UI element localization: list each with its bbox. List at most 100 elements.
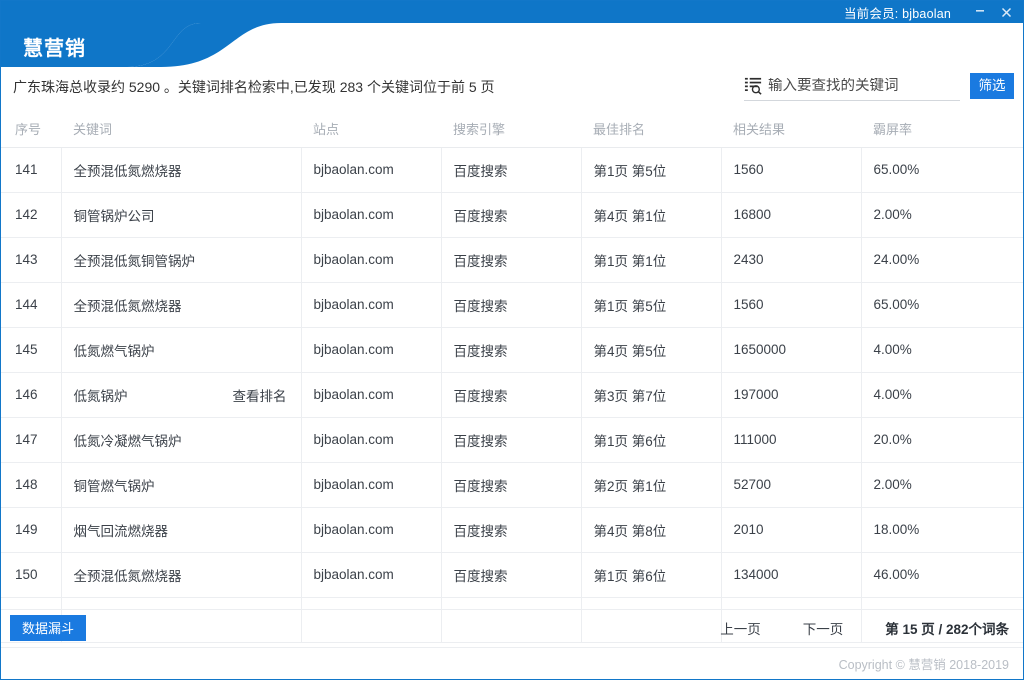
cell-engine: 百度搜索 [441, 552, 582, 598]
next-page-button[interactable]: 下一页 [803, 618, 844, 638]
cell-rate: 65.00% [861, 282, 1023, 328]
cell-index: 148 [1, 462, 62, 508]
cell-site: bjbaolan.com [301, 462, 442, 508]
cell-index: 143 [1, 237, 62, 283]
column-header-site: 站点 [301, 111, 441, 148]
cell-index: 141 [1, 147, 62, 193]
cell-index: 149 [1, 507, 62, 553]
cell-engine: 百度搜索 [441, 192, 582, 238]
cell-index: 146 [1, 372, 62, 418]
title-bar: 当前会员: bjbaolan [1, 1, 1023, 23]
cell-rank: 第3页 第7位 [581, 372, 722, 418]
cell-rank: 第4页 第8位 [581, 507, 722, 553]
cell-keyword: 铜管锅炉公司 [61, 192, 302, 238]
copyright-text: Copyright © 慧营销 2018-2019 [838, 658, 1009, 672]
current-member-label: 当前会员: bjbaolan [843, 6, 951, 21]
view-ranking-link[interactable]: 查看排名 [233, 385, 287, 405]
results-table-area: 序号 关键词 站点 搜索引擎 最佳排名 相关结果 霸屏率 141 全预混低氮燃烧器… [1, 111, 1023, 643]
table-row[interactable]: 150 全预混低氮燃烧器 bjbaolan.com 百度搜索 第1页 第6位 134000… [1, 552, 1023, 598]
keyword-label: 烟气回流燃烧器 [73, 523, 169, 539]
cell-rank: 第1页 第1位 [581, 237, 722, 283]
cell-index: 150 [1, 552, 62, 598]
minimize-button[interactable] [967, 1, 993, 23]
table-body: 141 全预混低氮燃烧器 bjbaolan.com 百度搜索 第1页 第5位 1560 65… [1, 147, 1023, 643]
cell-engine: 百度搜索 [441, 507, 582, 553]
table-row[interactable]: 141 全预混低氮燃烧器 bjbaolan.com 百度搜索 第1页 第5位 1560 65… [1, 147, 1023, 193]
cell-rate: 65.00% [861, 147, 1023, 193]
cell-rank: 第1页 第6位 [581, 417, 722, 463]
summary-text: 广东珠海总收录约 5290 。关键词排名检索中,已发现 283 个关键词位于前 … [13, 79, 495, 95]
cell-keyword: 低氮锅炉 查看排名 [61, 372, 302, 418]
cell-results: 1560 [721, 282, 862, 328]
keyword-ranking-table: 序号 关键词 站点 搜索引擎 最佳排名 相关结果 霸屏率 141 全预混低氮燃烧器… [1, 111, 1023, 643]
cell-engine: 百度搜索 [441, 147, 582, 193]
keyword-cell-content: 全预混低氮燃烧器 [74, 565, 301, 585]
cell-results: 111000 [721, 417, 862, 463]
cell-site: bjbaolan.com [301, 552, 442, 598]
cell-index: 142 [1, 192, 62, 238]
table-row[interactable]: 146 低氮锅炉 查看排名 bjbaolan.com 百度搜索 第3页 第7位 197000… [1, 372, 1023, 418]
cell-rate: 4.00% [861, 372, 1023, 418]
brand-header: 慧营销 [1, 23, 1023, 67]
cell-rate: 24.00% [861, 237, 1023, 283]
keyword-label: 低氮燃气锅炉 [73, 343, 155, 359]
column-header-rate: 霸屏率 [861, 111, 1023, 148]
cell-site: bjbaolan.com [301, 327, 442, 373]
search-input[interactable] [768, 77, 960, 94]
application-window: 当前会员: bjbaolan 慧营销 广东珠海总收录约 5290 。关键词排名检… [0, 0, 1024, 680]
cell-site: bjbaolan.com [301, 147, 442, 193]
table-row[interactable]: 145 低氮燃气锅炉 bjbaolan.com 百度搜索 第4页 第5位 1650000 4… [1, 327, 1023, 373]
prev-page-button[interactable]: 上一页 [720, 618, 761, 638]
cell-results: 1560 [721, 147, 862, 193]
cell-rate: 20.0% [861, 417, 1023, 463]
table-row[interactable]: 149 烟气回流燃烧器 bjbaolan.com 百度搜索 第4页 第8位 2010 18.… [1, 507, 1023, 553]
copyright-bar: Copyright © 慧营销 2018-2019 [1, 647, 1023, 679]
cell-engine: 百度搜索 [441, 282, 582, 328]
filter-button[interactable]: 筛选 [970, 73, 1014, 99]
cell-site: bjbaolan.com [301, 237, 442, 283]
page-info-label: 第 15 页 / 282个词条 [885, 621, 1009, 637]
cell-rank: 第2页 第1位 [581, 462, 722, 508]
keyword-cell-content: 烟气回流燃烧器 [74, 520, 301, 540]
column-header-engine: 搜索引擎 [441, 111, 581, 148]
cell-engine: 百度搜索 [441, 327, 582, 373]
column-header-results: 相关结果 [721, 111, 861, 148]
cell-site: bjbaolan.com [301, 507, 442, 553]
keyword-cell-content: 全预混低氮燃烧器 [74, 295, 301, 315]
table-row[interactable]: 148 铜管燃气锅炉 bjbaolan.com 百度搜索 第2页 第1位 52700 2.0… [1, 462, 1023, 508]
keyword-cell-content: 低氮燃气锅炉 [74, 340, 301, 360]
cell-keyword: 全预混低氮燃烧器 [61, 282, 302, 328]
close-button[interactable] [993, 1, 1019, 23]
keyword-label: 全预混低氮燃烧器 [73, 163, 182, 179]
table-row[interactable]: 144 全预混低氮燃烧器 bjbaolan.com 百度搜索 第1页 第5位 1560 65… [1, 282, 1023, 328]
cell-results: 197000 [721, 372, 862, 418]
cell-keyword: 全预混低氮燃烧器 [61, 147, 302, 193]
keyword-cell-content: 全预混低氮燃烧器 [74, 160, 301, 180]
table-row[interactable]: 147 低氮冷凝燃气锅炉 bjbaolan.com 百度搜索 第1页 第6位 111000… [1, 417, 1023, 463]
table-row[interactable]: 143 全预混低氮铜管锅炉 bjbaolan.com 百度搜索 第1页 第1位 2430 2… [1, 237, 1023, 283]
cell-keyword: 低氮冷凝燃气锅炉 [61, 417, 302, 463]
cell-results: 2430 [721, 237, 862, 283]
data-funnel-button[interactable]: 数据漏斗 [10, 614, 86, 641]
cell-rate: 2.00% [861, 192, 1023, 238]
cell-rate: 2.00% [861, 462, 1023, 508]
search-box[interactable] [744, 71, 960, 101]
cell-index: 144 [1, 282, 62, 328]
keyword-cell-content: 低氮锅炉 查看排名 [74, 385, 301, 405]
keyword-label: 低氮冷凝燃气锅炉 [73, 433, 182, 449]
keyword-cell-content: 铜管燃气锅炉 [74, 475, 301, 495]
table-header-row: 序号 关键词 站点 搜索引擎 最佳排名 相关结果 霸屏率 [1, 111, 1023, 148]
keyword-cell-content: 低氮冷凝燃气锅炉 [74, 430, 301, 450]
table-row[interactable]: 142 铜管锅炉公司 bjbaolan.com 百度搜索 第4页 第1位 16800 2.0… [1, 192, 1023, 238]
column-header-keyword: 关键词 [61, 111, 301, 148]
cell-results: 1650000 [721, 327, 862, 373]
list-search-icon [744, 77, 762, 95]
cell-rate: 18.00% [861, 507, 1023, 553]
cell-rate: 46.00% [861, 552, 1023, 598]
cell-keyword: 全预混低氮燃烧器 [61, 552, 302, 598]
cell-results: 52700 [721, 462, 862, 508]
close-icon [1001, 7, 1011, 17]
cell-results: 134000 [721, 552, 862, 598]
cell-rank: 第1页 第5位 [581, 282, 722, 328]
cell-site: bjbaolan.com [301, 372, 442, 418]
